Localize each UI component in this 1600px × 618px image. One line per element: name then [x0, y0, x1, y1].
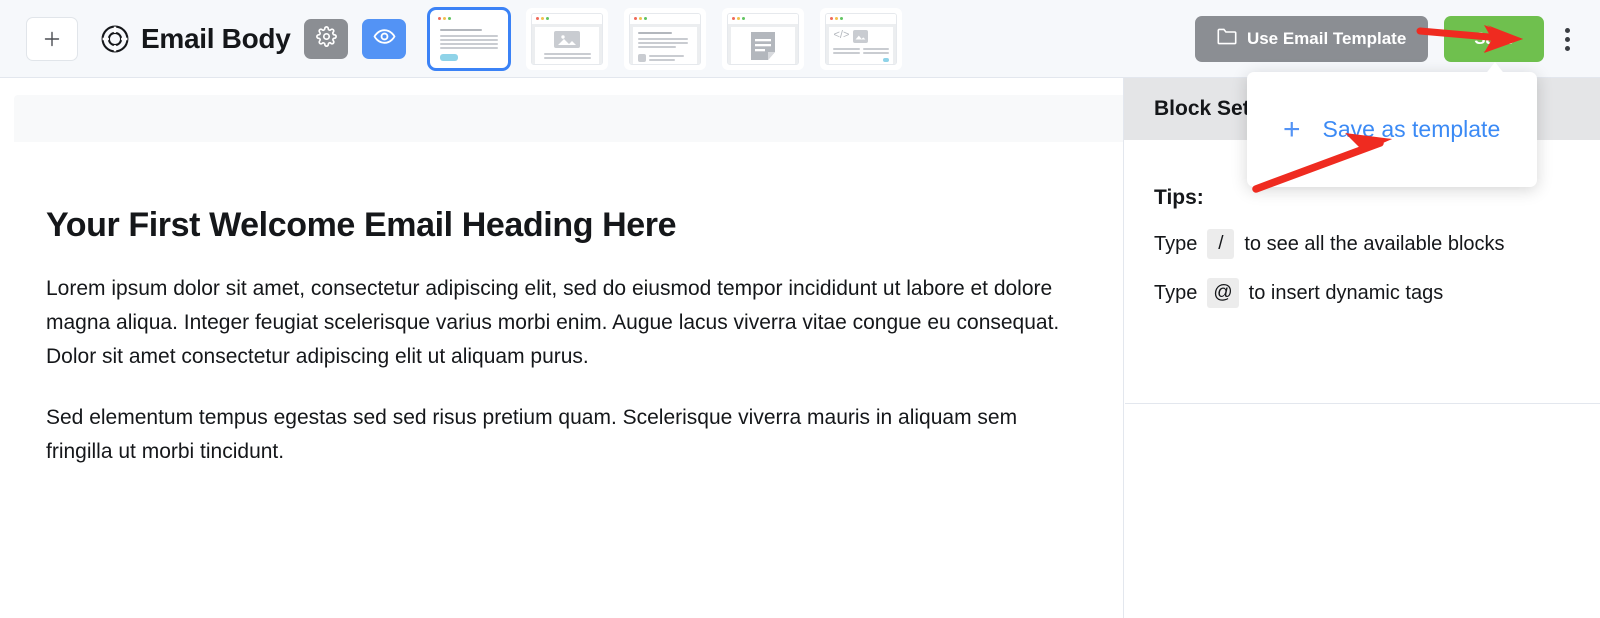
email-paragraph[interactable]: Sed elementum tempus egestas sed sed ris… — [46, 401, 1077, 469]
thumb-browser-dots — [826, 13, 897, 24]
block-settings-button[interactable] — [304, 18, 349, 59]
canvas-top-band — [14, 95, 1123, 142]
thumb-browser-dots — [630, 13, 701, 24]
editor-toolbar: Email Body </> Use Email Template Save — [0, 0, 1600, 78]
folder-icon — [1217, 28, 1237, 50]
save-options-popup: + Save as template — [1247, 72, 1537, 187]
thumb-image-icon — [554, 30, 581, 48]
use-email-template-button[interactable]: Use Email Template — [1194, 16, 1429, 62]
save-button[interactable]: Save — [1444, 16, 1544, 62]
tip-row-at: Type @ to insert dynamic tags — [1154, 278, 1570, 308]
template-thumb-html-code[interactable]: </> — [820, 7, 903, 70]
template-thumb-article-list[interactable] — [624, 7, 707, 70]
use-email-template-label: Use Email Template — [1246, 29, 1407, 48]
save-as-template-item[interactable]: + Save as template — [1247, 72, 1537, 187]
thumb-document-icon — [749, 31, 777, 64]
preview-button[interactable] — [362, 18, 407, 59]
thumb-code-icon: </> — [833, 28, 850, 41]
template-thumb-text-block[interactable] — [428, 7, 511, 70]
tip-prefix: Type — [1154, 232, 1198, 255]
key-badge-at: @ — [1207, 278, 1239, 308]
template-thumb-document[interactable] — [722, 7, 805, 70]
eye-icon — [373, 25, 396, 53]
plus-icon: + — [1283, 112, 1301, 146]
toolbar-left-group: Email Body </> — [0, 0, 918, 77]
sidebar-divider — [1125, 403, 1600, 404]
thumb-browser-dots — [532, 13, 603, 24]
kebab-menu-icon[interactable] — [1552, 16, 1582, 62]
tip-row-slash: Type / to see all the available blocks — [1154, 229, 1570, 259]
tip-suffix: to insert dynamic tags — [1248, 281, 1444, 304]
toolbar-right-group: Use Email Template Save — [1194, 0, 1600, 78]
template-thumb-image-text[interactable] — [526, 7, 609, 70]
lifebuoy-icon — [100, 24, 130, 54]
plus-icon — [42, 29, 62, 49]
tip-prefix: Type — [1154, 281, 1198, 304]
email-content: Your First Welcome Email Heading Here Lo… — [0, 142, 1123, 469]
add-block-button[interactable] — [26, 16, 78, 61]
email-editor-screen: Email Body </> Use Email Template Save Y… — [0, 0, 1600, 618]
email-paragraph[interactable]: Lorem ipsum dolor sit amet, consectetur … — [46, 272, 1077, 374]
gear-icon — [316, 25, 337, 52]
email-canvas[interactable]: Your First Welcome Email Heading Here Lo… — [0, 78, 1123, 618]
template-thumbnail-strip: </> — [428, 7, 918, 70]
thumb-browser-dots — [434, 13, 505, 24]
thumb-browser-dots — [728, 13, 799, 24]
page-title: Email Body — [141, 22, 291, 54]
key-badge-slash: / — [1207, 229, 1235, 259]
email-heading[interactable]: Your First Welcome Email Heading Here — [46, 206, 1077, 245]
save-as-template-label: Save as template — [1322, 116, 1501, 142]
tips-title: Tips: — [1154, 186, 1204, 209]
tip-suffix: to see all the available blocks — [1244, 232, 1505, 255]
